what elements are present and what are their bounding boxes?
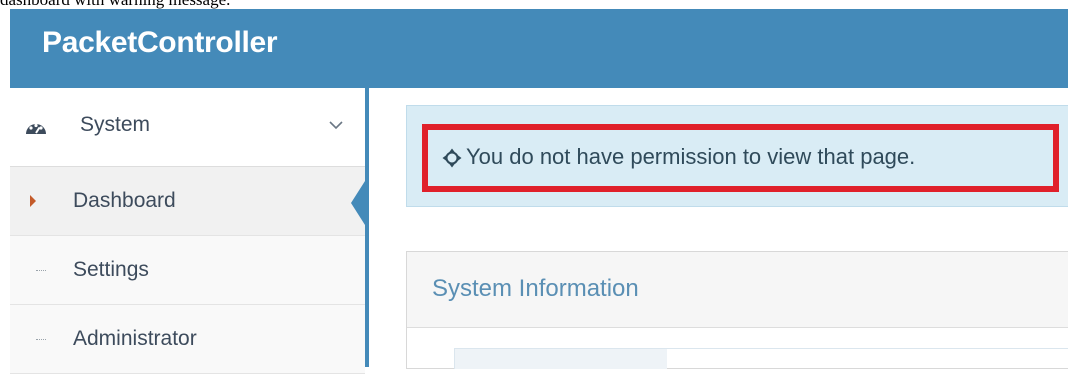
alert-highlight-box: You do not have permission to view that … [422,124,1059,192]
sidebar-item-administrator[interactable]: Administrator [10,305,365,374]
table-row [454,348,1068,369]
active-indicator [351,181,365,225]
active-caret-icon [30,195,36,207]
sidebar-item-label: Administrator [73,327,197,350]
dashboard-gauge-icon [26,123,46,134]
sidebar-section-system[interactable]: System [10,88,365,167]
top-navbar: PacketController [10,9,1068,88]
table-cell [455,349,667,369]
sidebar-item-label: Dashboard [73,189,176,212]
sidebar-submenu: Dashboard Settings Administrator [10,167,365,374]
panel-title: System Information [432,275,639,302]
chevron-down-icon[interactable] [328,119,344,131]
sidebar-item-label: Settings [73,258,149,281]
brand-logo-text[interactable]: PacketController [42,26,278,60]
alert-message: You do not have permission to view that … [466,144,916,169]
tree-connector [36,339,46,340]
panel-body [407,328,1068,369]
panel-header: System Information [407,252,1068,328]
page-caption: dashboard with warning message. [0,0,230,9]
sidebar-item-settings[interactable]: Settings [10,236,365,305]
sidebar-item-dashboard[interactable]: Dashboard [10,167,365,236]
crosshair-icon [442,148,462,168]
main-content: You do not have permission to view that … [369,88,1068,369]
sidebar: System Dashboard Settings Administrator [10,88,369,374]
sidebar-section-label: System [80,113,151,136]
alert-info: You do not have permission to view that … [406,105,1068,207]
tree-connector [36,270,46,271]
system-information-panel: System Information [406,251,1068,369]
